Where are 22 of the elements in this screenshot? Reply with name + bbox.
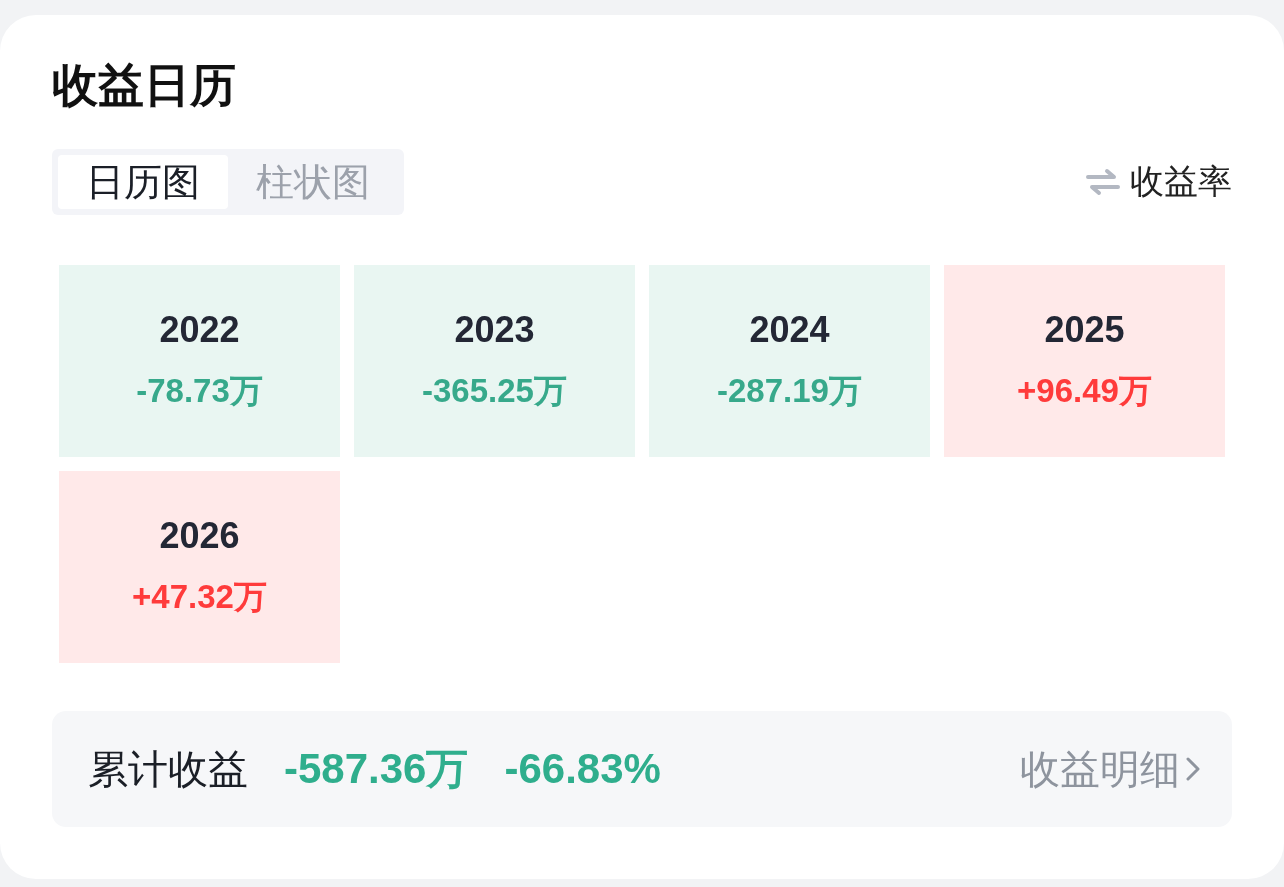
view-tab[interactable]: 日历图 bbox=[58, 155, 228, 209]
year-label: 2022 bbox=[159, 308, 240, 351]
year-label: 2023 bbox=[454, 308, 535, 351]
year-cell[interactable]: 2022 -78.73万 bbox=[59, 265, 340, 457]
year-profit: +96.49万 bbox=[1017, 370, 1152, 411]
year-cell[interactable]: 2024 -287.19万 bbox=[649, 265, 930, 457]
year-profit: +47.32万 bbox=[132, 576, 267, 617]
year-profit: -287.19万 bbox=[717, 370, 862, 411]
summary-label: 累计收益 bbox=[88, 745, 248, 793]
total-profit: -587.36万 bbox=[284, 744, 469, 794]
year-cell[interactable]: 2023 -365.25万 bbox=[354, 265, 635, 457]
year-cell[interactable]: 2026 +47.32万 bbox=[59, 471, 340, 663]
year-label: 2025 bbox=[1044, 308, 1125, 351]
card-title: 收益日历 bbox=[52, 59, 237, 111]
rate-toggle[interactable]: 收益率 bbox=[1086, 159, 1232, 205]
year-label: 2024 bbox=[749, 308, 830, 351]
year-label: 2026 bbox=[159, 514, 240, 557]
swap-icon bbox=[1086, 167, 1120, 197]
total-rate: -66.83% bbox=[504, 745, 661, 793]
year-cell[interactable]: 2025 +96.49万 bbox=[944, 265, 1225, 457]
year-profit: -78.73万 bbox=[136, 370, 263, 411]
year-profit: -365.25万 bbox=[422, 370, 567, 411]
